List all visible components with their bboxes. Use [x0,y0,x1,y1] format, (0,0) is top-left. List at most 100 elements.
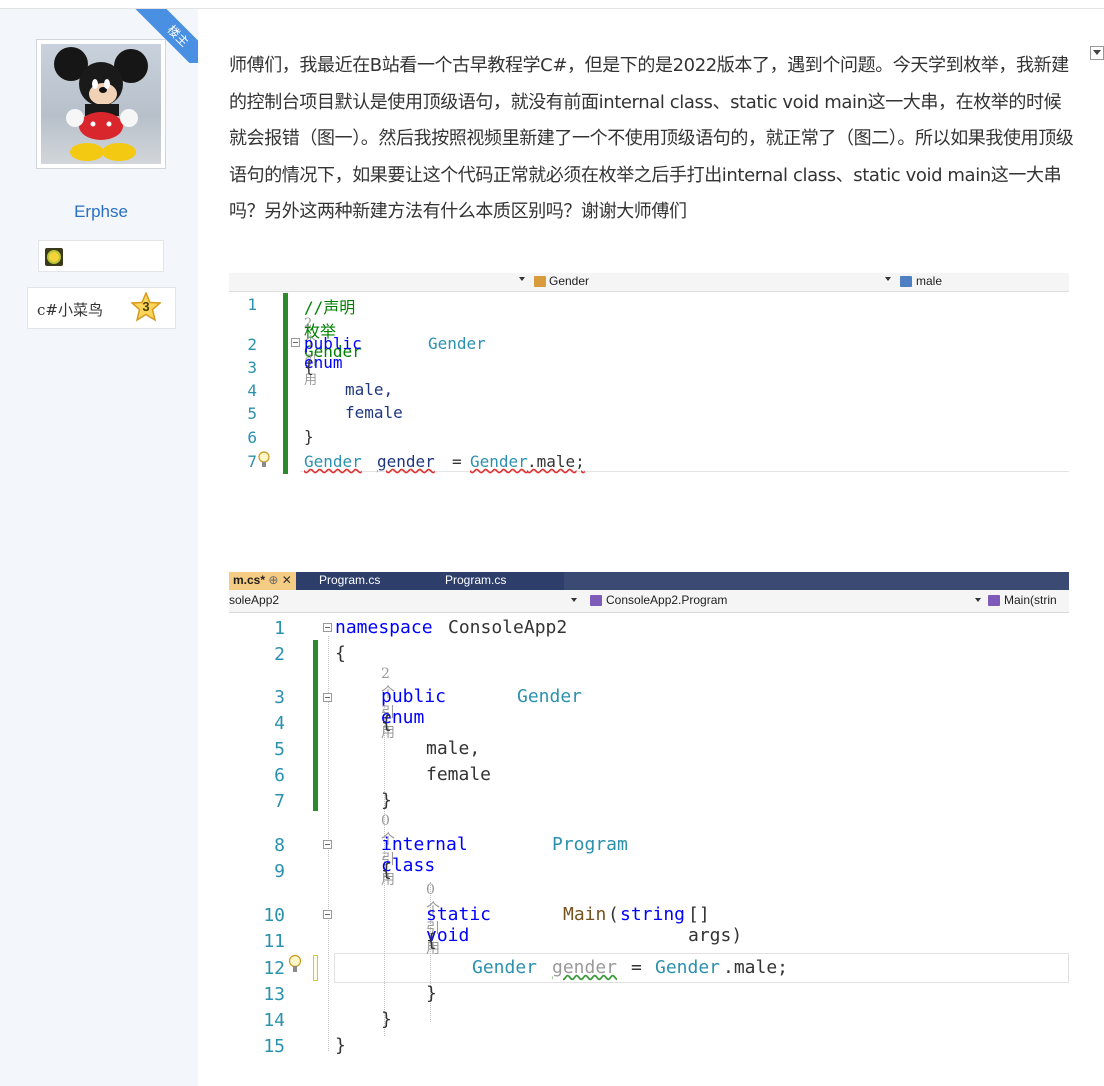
medal-icon[interactable] [45,248,63,266]
change-indicator-bar [283,293,288,474]
code-paren: ( [608,904,619,925]
code-brace: } [381,1009,392,1030]
code-params: [] args) [688,904,743,946]
avatar[interactable] [36,39,166,169]
line-number: 8 [274,835,285,856]
line-number: 4 [247,381,257,400]
rank-label: c#小菜鸟 [37,301,103,319]
pin-icon[interactable]: ⊕ [268,573,278,587]
tab-program-cs[interactable]: Program.cs [319,572,380,590]
code-enum-member: male, [426,738,481,759]
code-brace: } [304,427,314,446]
code-member-access: .male; [527,452,585,471]
code-variable: gender [552,957,618,978]
code-screenshot-2: m.cs* ⊕ ✕ Program.cs Program.cs soleApp2… [229,572,1069,1057]
author-sidebar [0,9,198,1086]
post-body-text: 师傅们，我最近在B站看一个古早教程学C#，但是下的是2022版本了，遇到个问题。… [229,55,1074,222]
line-number: 6 [274,765,285,786]
code-keyword: string [620,904,686,925]
author-name[interactable]: Erphse [36,202,166,222]
star-icon: 3 [130,291,162,322]
line-number: 11 [263,931,285,952]
class-icon [590,595,602,606]
code-brace: { [426,930,437,951]
medal-box [38,240,164,272]
tab-main-cs[interactable]: m.cs* ⊕ ✕ [229,572,296,590]
code-member-access: .male; [723,957,789,978]
code-operator: = [631,957,642,978]
mickey-plush-image [54,47,148,161]
code-operator: = [452,452,462,471]
close-icon[interactable]: ✕ [282,573,292,587]
line-number: 15 [263,1036,285,1057]
fold-toggle[interactable] [323,623,332,632]
tab-label: m.cs* [233,573,266,587]
code-type: Gender [470,452,528,471]
line-number: 3 [274,687,285,708]
collapse-dropdown-button[interactable] [1090,46,1104,60]
editor-tab-bar: m.cs* ⊕ ✕ Program.cs Program.cs [229,572,1069,590]
code-type: Gender [472,957,538,978]
nav-class-label[interactable]: ConsoleApp2.Program [606,593,727,607]
nav-member-label: male [916,274,943,288]
line-number: 1 [247,295,257,314]
code-brace: } [426,983,437,1004]
line-number: 5 [274,739,285,760]
code-type: Gender [304,452,362,471]
nav-type-label: Gender [549,274,590,288]
code-type: Gender [517,686,583,707]
chevron-down-icon [571,598,577,602]
fold-toggle[interactable] [323,910,332,919]
code-brace: { [381,860,392,881]
code-screenshot-1: Gender male 1 2 3 4 5 6 7 //声明枚举Gender 2… [229,273,1069,476]
line-number: 14 [263,1010,285,1031]
code-type: Gender [428,334,486,353]
change-indicator-bar [313,640,318,811]
editor-nav-bar: Gender male [229,273,1069,292]
tab-bar-fill [564,572,1069,590]
tab-program-cs[interactable]: Program.cs [445,572,506,590]
line-number: 1 [274,618,285,639]
fold-toggle[interactable] [323,693,332,702]
line-number: 13 [263,984,285,1005]
code-variable: gender [377,452,435,471]
nav-project-label[interactable]: soleApp2 [229,593,279,607]
method-icon [988,595,1000,606]
line-number: 9 [274,861,285,882]
nav-member-label[interactable]: Main(strin [1004,593,1057,607]
code-brace: { [335,643,346,664]
fold-toggle[interactable] [291,338,300,347]
line-number: 12 [263,958,285,979]
line-number: 6 [247,428,257,447]
code-brace: { [381,712,392,733]
current-line-highlight [300,471,1069,472]
code-enum-member: male, [345,380,394,399]
line-number: 4 [274,713,285,734]
code-type: Program [552,834,628,855]
line-number: 10 [263,905,285,926]
lightbulb-icon[interactable] [257,451,271,473]
chevron-down-icon [885,277,891,281]
rank-level: 3 [142,299,150,314]
change-indicator-box [313,955,318,981]
code-brace: { [304,357,314,376]
chevron-down-icon [519,277,525,281]
line-number: 7 [274,791,285,812]
line-number: 2 [247,335,257,354]
code-keyword: namespace [335,617,433,638]
lightbulb-icon[interactable] [288,954,302,979]
code-type: Gender [655,957,721,978]
code-namespace: ConsoleApp2 [448,617,568,638]
editor-nav-bar: soleApp2 ConsoleApp2.Program Main(strin [229,590,1069,613]
code-brace: } [335,1035,346,1056]
line-number: 5 [247,404,257,423]
code-keyword: internal class [381,834,468,876]
enum-icon [534,276,546,287]
enum-member-icon [900,276,912,287]
code-enum-member: female [345,403,403,422]
code-brace: } [381,790,392,811]
fold-toggle[interactable] [323,840,332,849]
code-method-name: Main [563,904,607,925]
code-enum-member: female [426,764,492,785]
rank-box: c#小菜鸟 3 [27,287,176,329]
